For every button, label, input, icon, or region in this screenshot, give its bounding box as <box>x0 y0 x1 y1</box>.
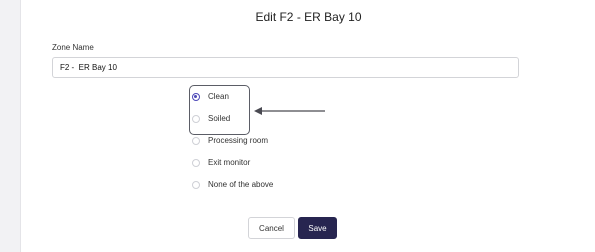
zone-name-input[interactable] <box>52 57 519 78</box>
radio-option-label: Processing room <box>208 136 269 145</box>
cancel-button[interactable]: Cancel <box>248 217 295 239</box>
radio-option-label: None of the above <box>208 180 274 189</box>
radio-selected-icon[interactable] <box>192 92 200 101</box>
radio-option-exit-monitor[interactable]: Exit monitor <box>192 157 273 168</box>
radio-unselected-icon[interactable] <box>192 158 200 167</box>
radio-option-label: Exit monitor <box>208 158 251 167</box>
radio-option-label: Clean <box>208 92 229 101</box>
radio-option-clean[interactable]: Clean <box>192 91 273 102</box>
zone-type-radio-group: Clean Soiled Processing room Exit monito… <box>192 91 273 201</box>
radio-option-label: Soiled <box>208 114 231 123</box>
radio-unselected-icon[interactable] <box>192 114 200 123</box>
radio-option-soiled[interactable]: Soiled <box>192 113 273 124</box>
edit-zone-dialog: Edit F2 - ER Bay 10 Zone Name Clean Soil… <box>20 0 595 252</box>
radio-option-none[interactable]: None of the above <box>192 179 273 190</box>
radio-unselected-icon[interactable] <box>192 180 200 189</box>
dialog-title: Edit F2 - ER Bay 10 <box>255 10 362 24</box>
radio-option-processing-room[interactable]: Processing room <box>192 135 273 146</box>
radio-unselected-icon[interactable] <box>192 136 200 145</box>
zone-name-label: Zone Name <box>52 43 94 52</box>
save-button[interactable]: Save <box>298 217 337 239</box>
